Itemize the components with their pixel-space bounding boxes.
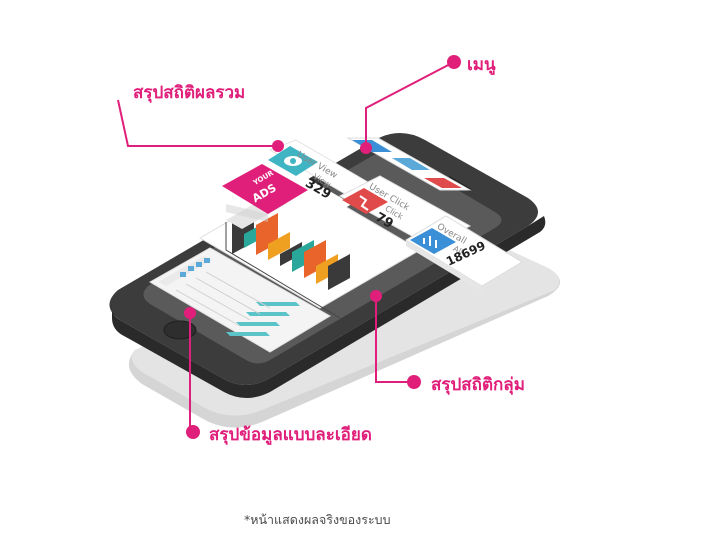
group-summary-label: สรุปสถิติกลุ่ม [431,375,525,395]
group-summary-anchor-dot [370,290,382,302]
group-summary-dot [407,375,421,389]
menu-dot [447,55,461,69]
detail-summary-label: สรุปข้อมูลแบบละเอียด [209,425,372,445]
menu-line [365,61,455,146]
footnote: *หน้าแสดงผลจริงของระบบ [244,512,391,527]
detail-summary-dot [186,425,200,439]
menu-anchor-dot [360,142,372,154]
detail-summary-anchor-dot [184,307,196,319]
overall-summary-line [117,99,278,147]
overall-summary-dot [272,140,284,152]
phone-illustration [109,55,560,439]
overall-summary-label: สรุปสถิติผลรวม [133,83,246,103]
home-button-icon [163,320,197,340]
menu-label: เมนู [467,55,496,75]
